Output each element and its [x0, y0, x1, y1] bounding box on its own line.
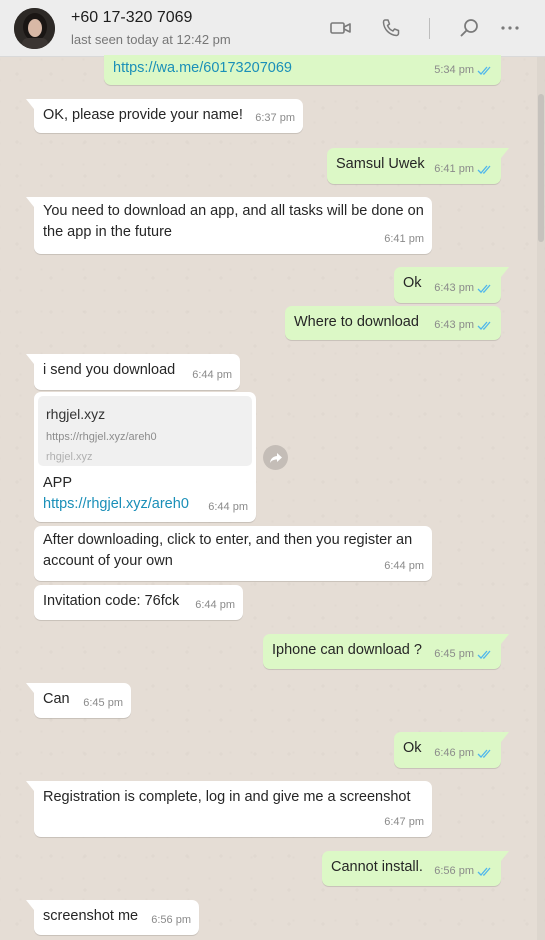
message-meta: 6:45 pm: [83, 693, 123, 714]
message-time: 6:37 pm: [255, 112, 295, 124]
message-in[interactable]: Can 6:45 pm: [26, 683, 131, 718]
last-seen-status: last seen today at 12:42 pm: [71, 32, 231, 47]
message-out[interactable]: Cannot install. 6:56 pm: [322, 851, 509, 886]
chat-header: +60 17-320 7069 last seen today at 12:42…: [0, 0, 545, 57]
message-in[interactable]: i send you download 6:44 pm: [26, 354, 240, 390]
message-time: 6:44 pm: [192, 369, 232, 381]
message-link[interactable]: https://rhgjel.xyz/areh0: [43, 494, 189, 515]
message-meta: 6:43 pm: [434, 315, 493, 336]
message-meta: 6:44 pm: [208, 497, 248, 518]
message-meta: 6:46 pm: [434, 743, 493, 764]
message-text: Cannot install.: [331, 859, 423, 875]
avatar-image: [14, 8, 55, 49]
message-text: APP: [43, 475, 73, 491]
message-text: screenshot me: [43, 908, 139, 924]
menu-icon[interactable]: [498, 16, 522, 40]
message-time: 6:44 pm: [195, 599, 235, 611]
message-time: 6:56 pm: [434, 865, 474, 877]
message-in[interactable]: Invitation code: 76fck 6:44 pm: [34, 585, 243, 620]
message-link-preview[interactable]: rhgjel.xyz https://rhgjel.xyz/areh0 rhgj…: [34, 392, 256, 522]
message-meta: 6:56 pm: [151, 910, 191, 931]
message-time: 6:47 pm: [384, 816, 424, 828]
forward-button[interactable]: [263, 445, 288, 470]
read-ticks-icon: [477, 749, 491, 758]
message-meta: 6:44 pm: [384, 556, 424, 577]
avatar[interactable]: [14, 8, 55, 49]
message-text: Where to download: [294, 314, 419, 330]
message-text: Ok: [403, 740, 422, 756]
message-meta: 6:47 pm: [384, 812, 424, 833]
message-in[interactable]: You need to download an app, and all tas…: [26, 197, 432, 254]
link-preview-card[interactable]: rhgjel.xyz https://rhgjel.xyz/areh0 rhgj…: [38, 396, 252, 466]
message-meta: 6:56 pm: [434, 861, 493, 882]
preview-title: rhgjel.xyz: [46, 406, 106, 422]
contact-name[interactable]: +60 17-320 7069: [71, 9, 192, 27]
read-ticks-icon: [477, 284, 491, 293]
message-link[interactable]: https://wa.me/60173207069: [113, 58, 292, 79]
message-time: 6:45 pm: [83, 697, 123, 709]
preview-url: https://rhgjel.xyz/areh0: [46, 431, 157, 443]
message-meta: 6:44 pm: [195, 595, 235, 616]
message-text: After downloading, click to enter, and t…: [43, 532, 413, 569]
message-text: Ok: [403, 275, 422, 291]
video-call-icon[interactable]: [329, 16, 353, 40]
message-text: You need to download an app, and all tas…: [43, 203, 424, 240]
message-meta: 6:41 pm: [384, 229, 424, 250]
read-ticks-icon: [477, 66, 491, 75]
voice-call-icon[interactable]: [379, 16, 403, 40]
message-text: OK, please provide your name!: [43, 107, 243, 123]
message-time: 6:46 pm: [434, 747, 474, 759]
message-text: Samsul Uwek: [336, 156, 425, 172]
read-ticks-icon: [477, 867, 491, 876]
message-out[interactable]: Ok 6:43 pm: [394, 267, 509, 303]
message-time: 6:41 pm: [434, 163, 474, 175]
message-time: 6:43 pm: [434, 282, 474, 294]
message-in[interactable]: After downloading, click to enter, and t…: [34, 526, 432, 581]
message-text: Iphone can download ?: [272, 642, 422, 658]
read-ticks-icon: [477, 321, 491, 330]
message-meta: 6:45 pm: [434, 644, 493, 665]
forward-icon: [269, 452, 282, 463]
message-time: 6:43 pm: [434, 319, 474, 331]
message-time: 6:44 pm: [384, 560, 424, 572]
message-time: 5:34 pm: [434, 64, 474, 76]
message-text: Can: [43, 691, 70, 707]
message-time: 6:41 pm: [384, 233, 424, 245]
message-meta: 6:41 pm: [434, 159, 493, 180]
read-ticks-icon: [477, 165, 491, 174]
message-in[interactable]: OK, please provide your name! 6:37 pm: [26, 99, 303, 133]
read-ticks-icon: [477, 650, 491, 659]
message-time: 6:45 pm: [434, 648, 474, 660]
message-out[interactable]: Ok 6:46 pm: [394, 732, 509, 768]
message-out[interactable]: https://wa.me/60173207069 5:34 pm: [104, 55, 501, 85]
message-in[interactable]: screenshot me 6:56 pm: [26, 900, 199, 935]
message-time: 6:56 pm: [151, 914, 191, 926]
message-meta: 6:44 pm: [192, 365, 232, 386]
scrollbar-thumb[interactable]: [538, 94, 544, 242]
search-icon[interactable]: [457, 16, 481, 40]
message-meta: 5:34 pm: [434, 60, 493, 81]
header-divider: [429, 18, 430, 39]
message-out[interactable]: Samsul Uwek 6:41 pm: [327, 148, 509, 184]
message-out[interactable]: Iphone can download ? 6:45 pm: [263, 634, 509, 669]
message-meta: 6:43 pm: [434, 278, 493, 299]
message-text: Invitation code: 76fck: [43, 593, 180, 609]
message-meta: 6:37 pm: [255, 108, 295, 129]
message-in[interactable]: Registration is complete, log in and giv…: [26, 781, 432, 837]
message-text: Registration is complete, log in and giv…: [43, 789, 411, 805]
message-out[interactable]: Where to download 6:43 pm: [285, 306, 501, 340]
message-time: 6:44 pm: [208, 501, 248, 513]
message-text: i send you download: [43, 362, 176, 378]
preview-domain: rhgjel.xyz: [46, 451, 93, 463]
